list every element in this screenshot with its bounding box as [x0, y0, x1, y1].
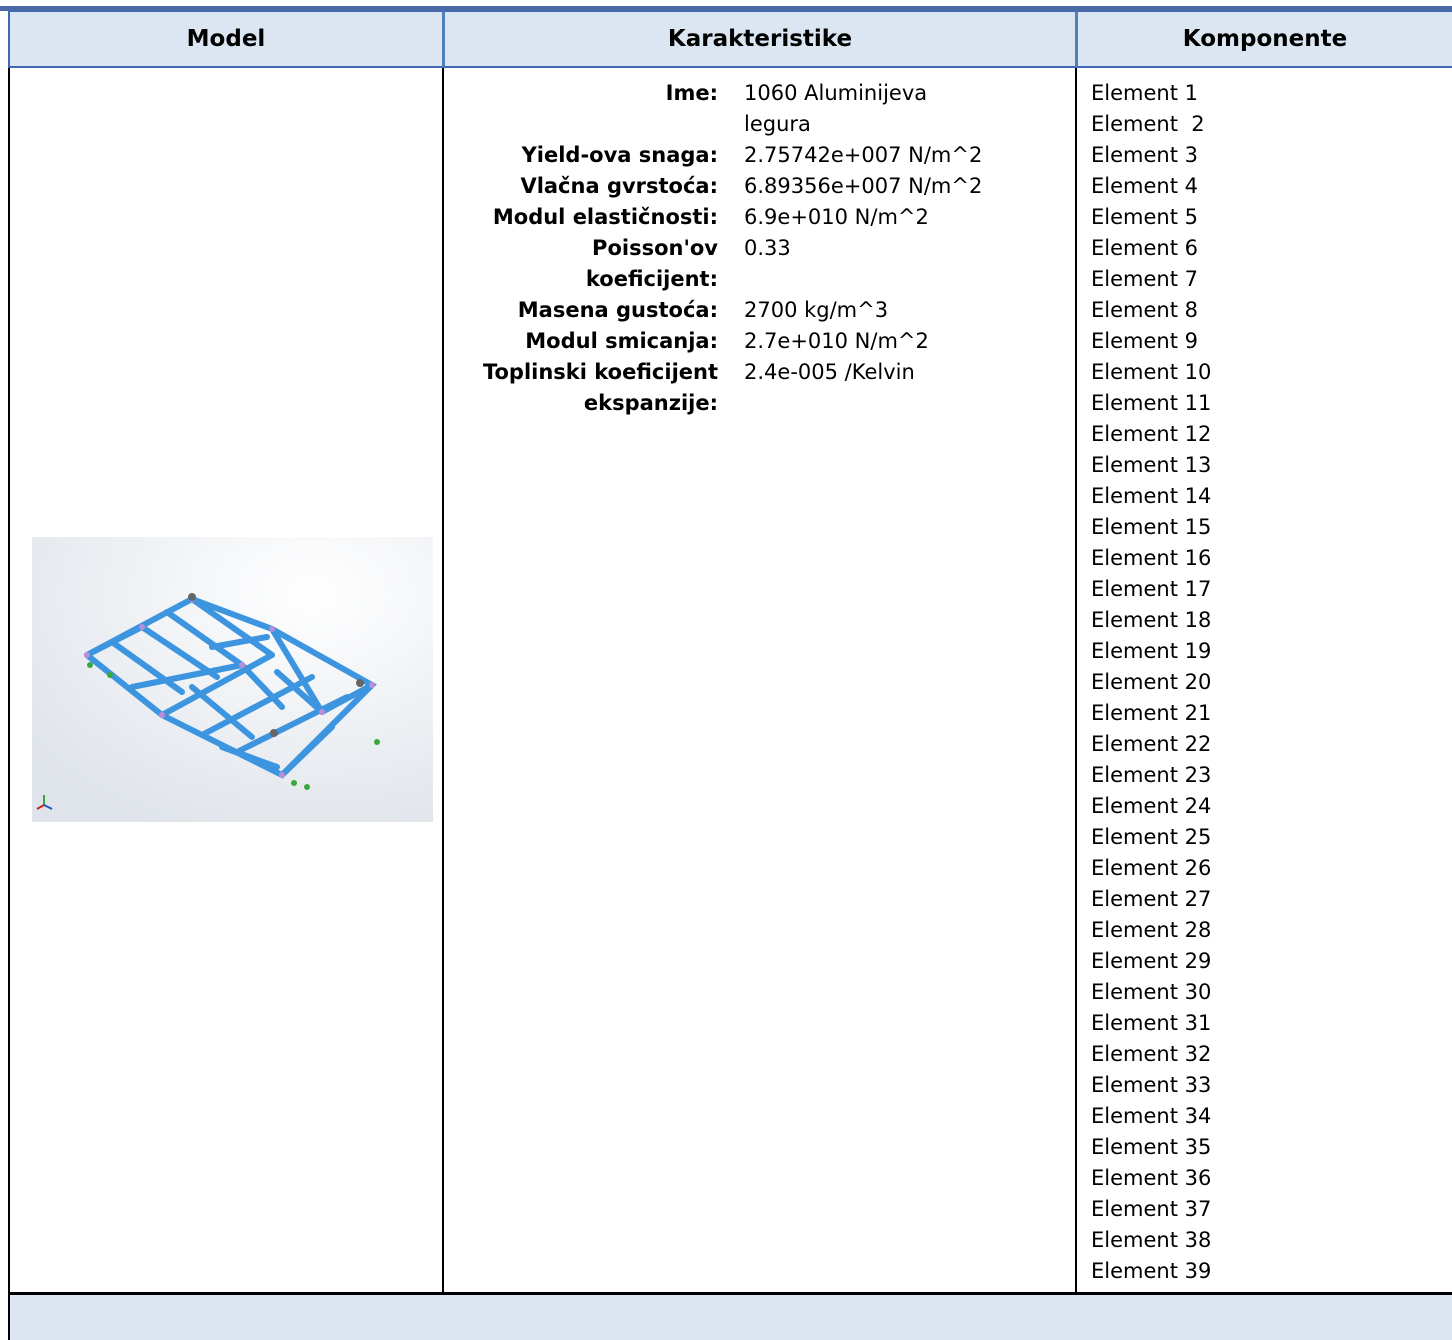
component-item: Element 1 [1091, 81, 1198, 105]
property-value: 1060 Aluminijeva legura [744, 81, 928, 136]
property-label: Yield-ova snaga: [521, 143, 718, 167]
property-value: 6.89356e+007 N/m^2 [744, 174, 983, 198]
component-item: Element 36 [1091, 1166, 1212, 1190]
header-model: Model [8, 11, 442, 68]
component-item: Element 20 [1091, 670, 1212, 694]
components-cell: Element 1 Element 2 Element 3 Element 4 Elem… [1075, 68, 1452, 1292]
component-item: Element 23 [1091, 763, 1212, 787]
component-item: Element 31 [1091, 1011, 1212, 1035]
component-item: Element 19 [1091, 639, 1212, 663]
property-label: Ime: [665, 81, 718, 105]
header-karakteristike: Karakteristike [442, 11, 1075, 68]
component-item: Element 10 [1091, 360, 1212, 384]
component-item: Element 25 [1091, 825, 1212, 849]
component-item: Element 37 [1091, 1197, 1212, 1221]
property-label: Masena gustoća: [517, 298, 718, 322]
component-item: Element 32 [1091, 1042, 1212, 1066]
component-item: Element 33 [1091, 1073, 1212, 1097]
component-item: Element 18 [1091, 608, 1212, 632]
component-item: Element 24 [1091, 794, 1212, 818]
property-row: Toplinski koeficijent ekspanzije: 2.4e-0… [444, 357, 1077, 419]
material-table: Model Karakteristike Komponente Ime: 106… [8, 11, 1452, 1340]
property-label: Toplinski koeficijent ekspanzije: [482, 360, 718, 415]
component-item: Element 16 [1091, 546, 1212, 570]
property-label: Vlačna gvrstoća: [520, 174, 718, 198]
property-row: Masena gustoća: 2700 kg/m^3 [444, 295, 1077, 326]
property-row: Ime: 1060 Aluminijeva legura [444, 78, 1077, 140]
component-item: Element 34 [1091, 1104, 1212, 1128]
property-value: 0.33 [744, 236, 791, 260]
property-row: Poisson'ov koeficijent: 0.33 [444, 233, 1077, 295]
component-item: Element 6 [1091, 236, 1198, 260]
property-label: Modul elastičnosti: [492, 205, 718, 229]
properties-list: Ime: 1060 Aluminijeva legura Yield-ova s… [444, 78, 1077, 419]
header-komponente: Komponente [1075, 11, 1452, 68]
component-item: Element 15 [1091, 515, 1212, 539]
component-item: Element 39 [1091, 1259, 1212, 1283]
property-value: 2.7e+010 N/m^2 [744, 329, 929, 353]
property-value: 2.75742e+007 N/m^2 [744, 143, 983, 167]
component-item: Element 14 [1091, 484, 1212, 508]
component-item: Element 12 [1091, 422, 1212, 446]
component-item: Element 13 [1091, 453, 1212, 477]
component-item: Element 8 [1091, 298, 1198, 322]
components-list: Element 1 Element 2 Element 3 Element 4 Elem… [1091, 78, 1211, 1287]
component-item: Element 28 [1091, 918, 1212, 942]
component-item: Element 9 [1091, 329, 1198, 353]
component-item: Element 38 [1091, 1228, 1212, 1252]
property-row: Modul elastičnosti: 6.9e+010 N/m^2 [444, 202, 1077, 233]
property-row: Modul smicanja: 2.7e+010 N/m^2 [444, 326, 1077, 357]
component-item: Element 3 [1091, 143, 1198, 167]
property-value: 6.9e+010 N/m^2 [744, 205, 929, 229]
model-cell [8, 68, 442, 1292]
component-item: Element 30 [1091, 980, 1212, 1004]
component-item: Element 27 [1091, 887, 1212, 911]
property-row: Yield-ova snaga: 2.75742e+007 N/m^2 [444, 140, 1077, 171]
component-item: Element 17 [1091, 577, 1212, 601]
component-item: Element 35 [1091, 1135, 1212, 1159]
property-label: Poisson'ov koeficijent: [585, 236, 718, 291]
component-item: Element 11 [1091, 391, 1212, 415]
component-item: Element 2 [1091, 112, 1205, 136]
component-item: Element 26 [1091, 856, 1212, 880]
component-item: Element 21 [1091, 701, 1212, 725]
component-item: Element 5 [1091, 205, 1198, 229]
property-value: 2.4e-005 /Kelvin [744, 360, 915, 384]
component-item: Element 22 [1091, 732, 1212, 756]
table-footer-row [8, 1292, 1452, 1340]
truss-model-image [32, 537, 433, 822]
properties-cell: Ime: 1060 Aluminijeva legura Yield-ova s… [442, 68, 1075, 1292]
property-value: 2700 kg/m^3 [744, 298, 889, 322]
component-item: Element 4 [1091, 174, 1198, 198]
property-label: Modul smicanja: [525, 329, 718, 353]
component-item: Element 29 [1091, 949, 1212, 973]
property-row: Vlačna gvrstoća: 6.89356e+007 N/m^2 [444, 171, 1077, 202]
component-item: Element 7 [1091, 267, 1198, 291]
